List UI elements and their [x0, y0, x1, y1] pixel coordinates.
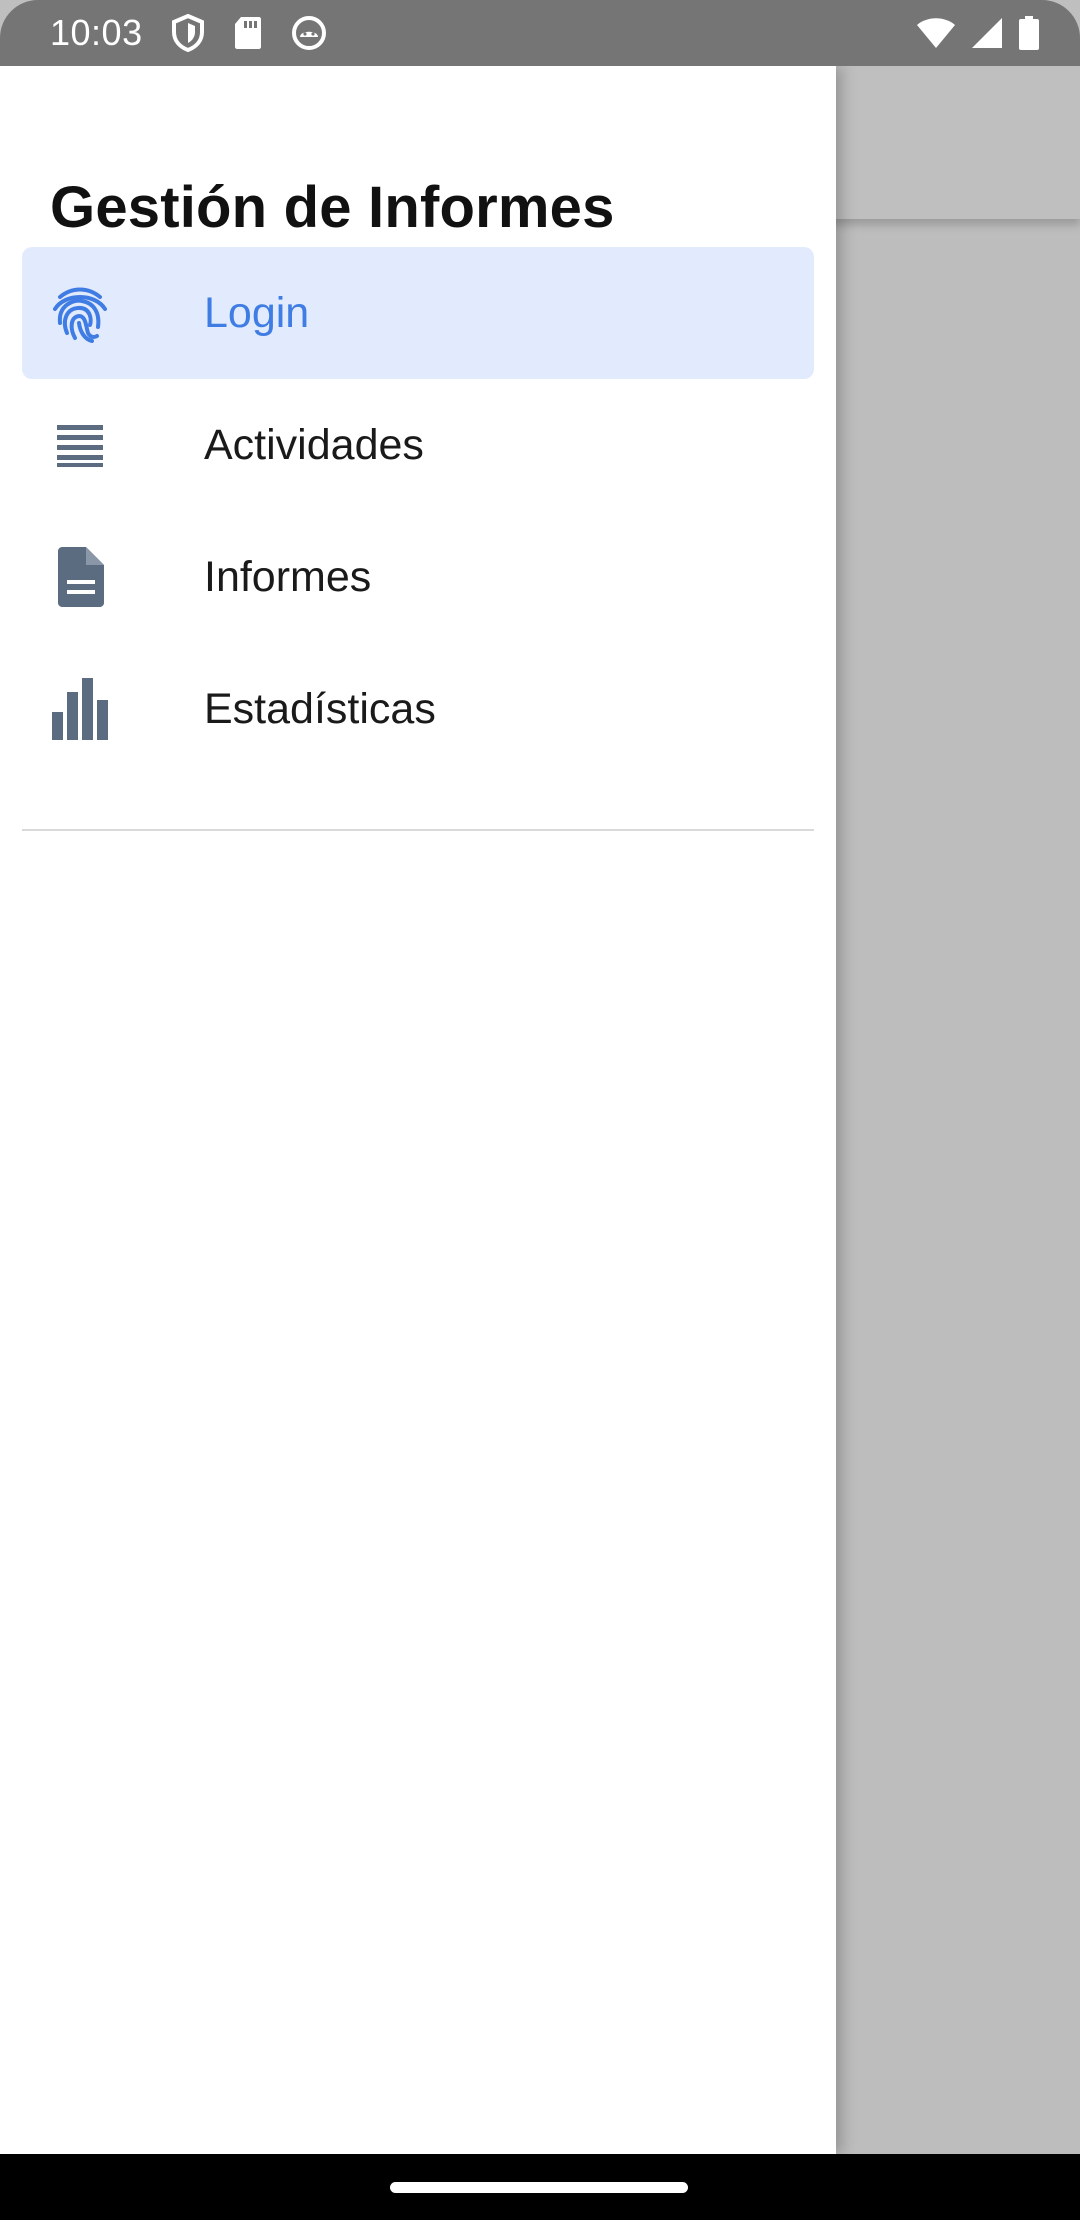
wifi-icon — [916, 16, 956, 50]
status-right — [916, 15, 1040, 51]
shield-icon — [171, 14, 205, 52]
sd-card-icon — [233, 15, 263, 51]
list-lines-icon — [50, 415, 110, 475]
home-indicator[interactable] — [390, 2182, 688, 2193]
status-left: 10:03 — [50, 12, 327, 54]
drawer-item-label: Estadísticas — [204, 684, 436, 733]
drawer-menu: Login Actividades Informes Estadísticas — [22, 247, 814, 775]
drawer-item-label: Login — [204, 288, 310, 337]
battery-icon — [1018, 15, 1040, 51]
status-bar: 10:03 — [0, 0, 1080, 66]
drawer-title: Gestión de Informes — [50, 175, 615, 240]
drawer-item-login[interactable]: Login — [22, 247, 814, 379]
drawer-item-label: Informes — [204, 552, 372, 601]
document-icon — [50, 547, 110, 607]
fingerprint-icon — [50, 283, 110, 343]
drawer-item-label: Actividades — [204, 420, 424, 469]
cellular-signal-icon — [970, 16, 1004, 50]
bar-chart-icon — [50, 678, 110, 740]
drawer-item-informes[interactable]: Informes — [22, 511, 814, 643]
status-time: 10:03 — [50, 12, 143, 53]
drawer-divider — [22, 829, 814, 831]
navigation-drawer: Gestión de Informes Login Actividades In… — [0, 66, 836, 2154]
drawer-item-actividades[interactable]: Actividades — [22, 379, 814, 511]
android-debug-icon — [291, 15, 327, 51]
drawer-item-estadisticas[interactable]: Estadísticas — [22, 643, 814, 775]
